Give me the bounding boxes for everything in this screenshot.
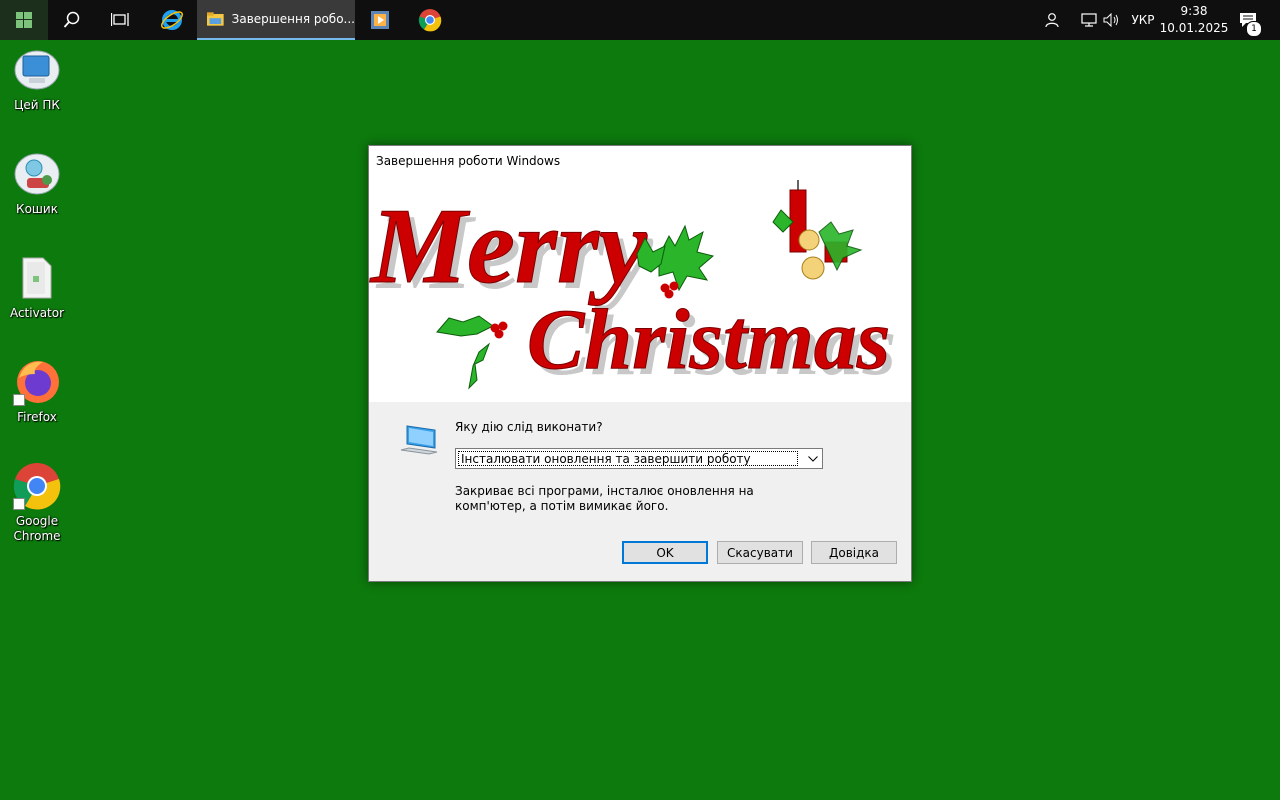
file-icon [22,257,52,299]
internet-explorer-icon [161,10,183,30]
taskbar-window-label: Завершення робо... [231,12,355,26]
holly-icon [436,315,508,390]
volume-button[interactable] [1102,0,1122,40]
task-view-icon [111,13,129,26]
clock-time: 9:38 [1180,4,1208,18]
banner-line-merry: Merry [369,187,648,306]
shutdown-dialog: Завершення роботи Windows Merry Christma… [368,145,912,582]
search-icon [63,11,80,28]
desktop-icon-label: Activator [9,306,65,320]
windows-start-icon [16,12,32,28]
file-explorer-icon [207,12,224,26]
taskbar-media-player[interactable] [356,0,404,40]
people-icon [1045,13,1059,28]
desktop-icon-google-chrome[interactable]: Google Chrome [2,462,72,544]
dialog-title-bar[interactable]: Завершення роботи Windows [369,146,911,176]
desktop-icon-recycle-bin[interactable]: Кошик [2,150,72,217]
help-button[interactable]: Довідка [811,541,897,564]
computer-icon [14,50,60,90]
recycle-bin-icon [14,153,60,195]
computer-icon [400,425,438,455]
shutdown-action-dropdown[interactable]: Інсталювати оновлення та завершити робот… [455,448,823,469]
ok-button[interactable]: OK [622,541,708,564]
taskbar-chrome[interactable] [406,0,454,40]
chevron-down-icon[interactable] [803,449,822,468]
desktop-icon-activator[interactable]: Activator [2,254,72,321]
task-view-button[interactable] [96,0,144,40]
banner-line-christmas: Christmas [527,291,890,387]
desktop-icon-label: Цей ПК [14,98,60,112]
volume-icon [1103,13,1118,27]
search-button[interactable] [48,0,96,40]
desktop-icon-label: Firefox [17,410,57,424]
taskbar: Завершення робо... УКР 9:38 10.01.2025 1 [0,0,1280,40]
language-indicator[interactable]: УКР [1128,0,1158,40]
desktop-icon-label: Google Chrome [13,514,61,543]
people-button[interactable] [1040,0,1066,40]
clock[interactable]: 9:38 10.01.2025 [1159,2,1229,38]
desktop-icon-label: Кошик [16,202,58,216]
cancel-button[interactable]: Скасувати [717,541,803,564]
network-button[interactable] [1078,0,1100,40]
notification-count-badge: 1 [1246,21,1262,37]
action-question-label: Яку дію слід виконати? [455,420,603,434]
taskbar-internet-explorer[interactable] [148,0,196,40]
candle-icon [772,180,863,280]
desktop-icon-firefox[interactable]: Firefox [2,358,72,425]
shortcut-arrow-icon [13,394,25,406]
selected-action-value: Інсталювати оновлення та завершити робот… [458,451,798,466]
chrome-icon [418,9,442,32]
network-icon [1081,13,1097,27]
merry-christmas-banner: Merry Christmas Merry Christmas [369,176,911,402]
start-button[interactable] [0,0,48,40]
shortcut-arrow-icon [13,498,25,510]
dialog-title: Завершення роботи Windows [376,154,561,168]
action-description: Закриває всі програми, інсталює оновленн… [455,484,754,513]
desktop-icon-this-pc[interactable]: Цей ПК [2,46,72,113]
clock-date: 10.01.2025 [1159,21,1229,35]
media-player-icon [371,11,389,29]
taskbar-shutdown-window[interactable]: Завершення робо... [197,0,355,40]
